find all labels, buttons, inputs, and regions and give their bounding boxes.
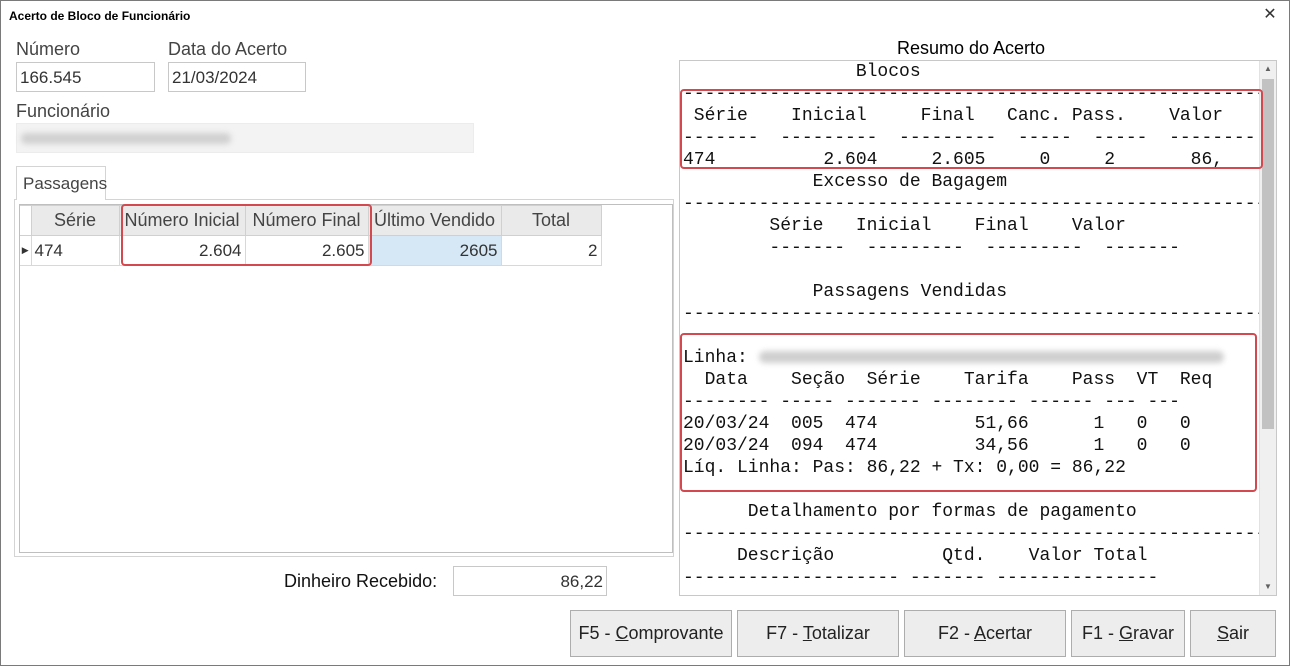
scroll-down-icon[interactable]: ▼	[1260, 579, 1276, 595]
col-header-numero-inicial[interactable]: Número Inicial	[118, 205, 246, 236]
close-icon[interactable]: ✕	[1261, 6, 1279, 24]
report-line: Excesso de Bagagem	[683, 172, 1008, 192]
scroll-up-icon[interactable]: ▲	[1260, 61, 1276, 77]
dinheiro-recebido-label: Dinheiro Recebido:	[284, 571, 438, 591]
report-line: -------- ----- ------- -------- ------ -…	[683, 392, 1180, 412]
col-header-numero-final[interactable]: Número Final	[244, 205, 369, 236]
report-line: ----------------------------------------…	[683, 194, 1277, 214]
col-header-ultimo-vendido[interactable]: Último Vendido	[367, 205, 502, 236]
col-header-serie[interactable]: Série	[30, 205, 120, 236]
report-line: Descrição Qtd. Valor Total	[683, 546, 1148, 566]
report-text: Blocos ---------------------------------…	[683, 61, 1277, 589]
report-line: Passagens Vendidas	[683, 282, 1008, 302]
sair-button[interactable]: Sair	[1190, 610, 1276, 657]
col-header-total[interactable]: Total	[500, 205, 602, 236]
report-line: ------- --------- --------- ----- ----- …	[683, 128, 1256, 148]
dialog-window: Acerto de Bloco de Funcionário ✕ Número …	[0, 0, 1290, 666]
cell-numero-final[interactable]: 2.605	[244, 235, 369, 266]
cell-ultimo-vendido[interactable]: 2605	[367, 235, 502, 266]
numero-field[interactable]: 166.545	[16, 62, 155, 92]
grid-header-row: Série Número Inicial Número Final Último…	[20, 205, 602, 236]
report-line: Série Inicial Final Canc. Pass. Valor	[683, 106, 1224, 126]
funcionario-label: Funcionário	[16, 101, 111, 121]
report-scrollbar[interactable]: ▲ ▼	[1259, 61, 1276, 595]
passagens-grid[interactable]: Série Número Inicial Número Final Último…	[19, 204, 673, 553]
summary-title: Resumo do Acerto	[896, 38, 1046, 58]
window-title: Acerto de Bloco de Funcionário	[9, 9, 191, 23]
grid-row-header-corner	[20, 205, 32, 236]
funcionario-field[interactable]	[16, 123, 474, 153]
totalizar-button[interactable]: F7 - Totalizar	[737, 610, 899, 657]
title-bar: Acerto de Bloco de Funcionário ✕	[1, 1, 1289, 31]
report-line: ------- --------- --------- -------	[683, 238, 1180, 258]
tab-passagens[interactable]: Passagens	[16, 166, 107, 200]
report-line: Data Seção Série Tarifa Pass VT Req	[683, 370, 1213, 390]
data-acerto-field[interactable]: 21/03/2024	[168, 62, 306, 92]
report-line: Líq. Linha: Pas: 86,22 + Tx: 0,00 = 86,2…	[683, 458, 1126, 478]
report-line: ----------------------------------------…	[683, 84, 1277, 104]
report-line: Detalhamento por formas de pagamento	[683, 502, 1137, 522]
summary-report[interactable]: Blocos ---------------------------------…	[679, 60, 1277, 596]
row-indicator-icon: ▶	[20, 235, 32, 266]
cell-total[interactable]: 2	[500, 235, 602, 266]
report-line: -------------------- ------- -----------…	[683, 568, 1159, 588]
acertar-button[interactable]: F2 - Acertar	[904, 610, 1066, 657]
table-row[interactable]: ▶ 474 2.604 2.605 2605 2	[20, 235, 602, 266]
scroll-thumb[interactable]	[1262, 79, 1274, 429]
report-line: 20/03/24 094 474 34,56 1 0 0	[683, 436, 1191, 456]
dinheiro-recebido-field[interactable]: 86,22	[453, 566, 607, 596]
report-line: Série Inicial Final Valor	[683, 216, 1126, 236]
numero-label: Número	[16, 39, 81, 59]
cell-serie[interactable]: 474	[30, 235, 120, 266]
report-line-linha: Linha:	[683, 348, 759, 368]
report-line: Blocos	[683, 62, 921, 82]
report-line: 474 2.604 2.605 0 2 86,	[683, 150, 1224, 170]
report-line: ----------------------------------------…	[683, 524, 1277, 544]
gravar-button[interactable]: F1 - Gravar	[1071, 610, 1185, 657]
report-line: ----------------------------------------…	[683, 304, 1277, 324]
comprovante-button[interactable]: F5 - Comprovante	[570, 610, 732, 657]
data-acerto-label: Data do Acerto	[168, 39, 288, 59]
cell-numero-inicial[interactable]: 2.604	[118, 235, 246, 266]
report-line: 20/03/24 005 474 51,66 1 0 0	[683, 414, 1191, 434]
linha-name-redacted	[758, 351, 1224, 364]
